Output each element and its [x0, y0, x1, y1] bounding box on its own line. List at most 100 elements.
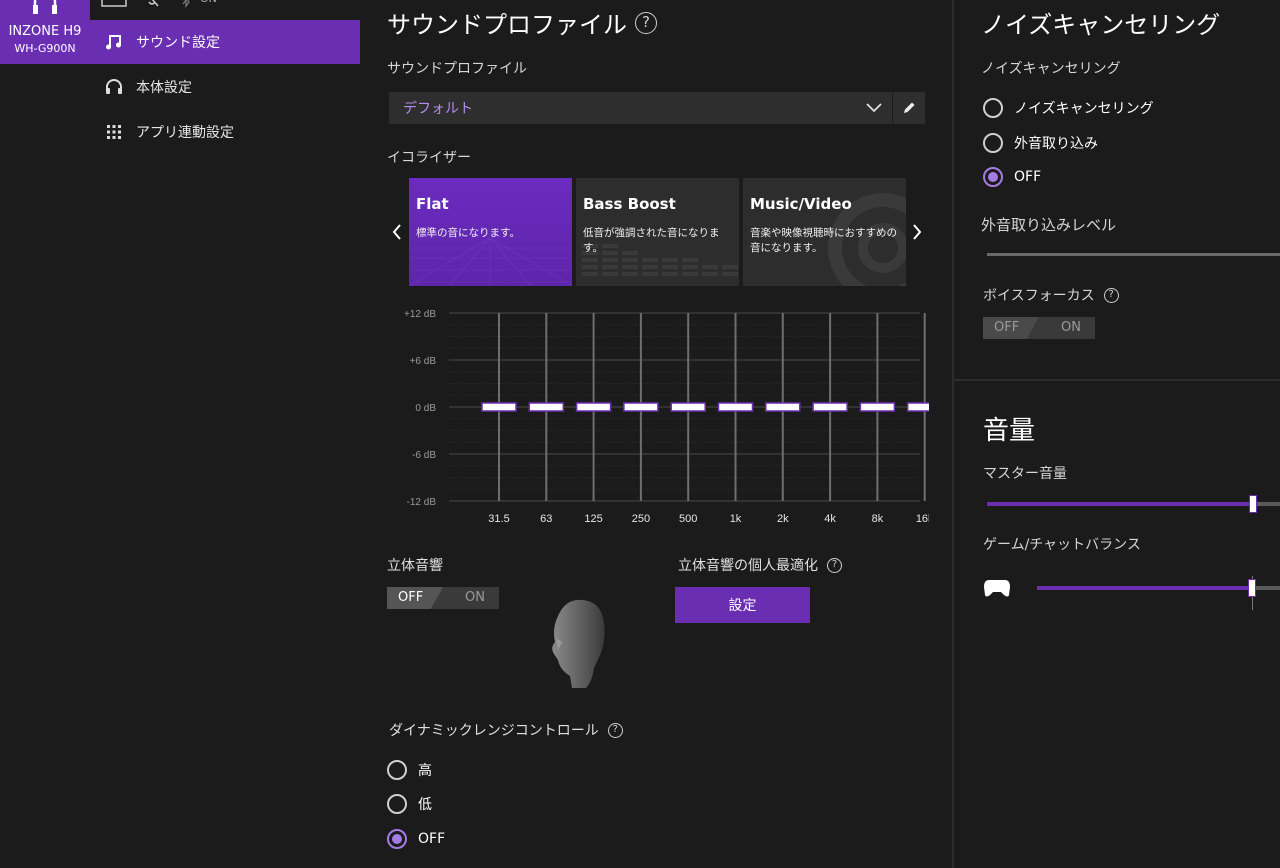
voice-focus-text: ボイスフォーカス [983, 288, 1095, 304]
slider-thumb[interactable] [1248, 579, 1256, 597]
sidebar-item-label: サウンド設定 [136, 35, 220, 51]
y-tick-label: +6 dB [410, 356, 437, 367]
sidebar: INZONE H9 WH-G900N ON サウンド設定 本体設定 [0, 0, 360, 868]
band-handle[interactable] [575, 402, 612, 412]
radio-button[interactable] [387, 794, 407, 814]
sidebar-item-label: アプリ連動設定 [136, 125, 234, 141]
y-tick-label: 0 dB [415, 403, 436, 414]
master-volume-slider[interactable] [987, 495, 1280, 513]
nc-option-off[interactable]: OFF [983, 167, 1041, 187]
spatial-sound-toggle[interactable]: OFF ON [387, 587, 499, 609]
x-tick-label: 2k [777, 513, 789, 525]
drc-label-text: ダイナミックレンジコントロール [389, 723, 599, 739]
sidebar-item-sound[interactable]: サウンド設定 [90, 20, 360, 64]
slider-thumb[interactable] [1249, 495, 1257, 513]
top-status-text: ON [200, 0, 217, 5]
sidebar-item-app-link[interactable]: アプリ連動設定 [90, 110, 360, 154]
drc-option-off[interactable]: OFF [387, 829, 445, 849]
preset-title: Bass Boost [583, 195, 676, 213]
noise-cancel-section-label: ノイズキャンセリング [981, 61, 1121, 77]
preset-title: Music/Video [750, 195, 852, 213]
headphones-icon [104, 77, 124, 97]
band-handle[interactable] [765, 402, 801, 412]
x-tick-label: 8k [872, 513, 884, 525]
preset-description: 標準の音になります。 [416, 227, 520, 239]
ambient-level-label: 外音取り込みレベル [981, 216, 1117, 234]
band-handle[interactable] [859, 402, 896, 412]
gamepad-icon [984, 580, 1010, 597]
help-icon[interactable]: ? [1103, 287, 1119, 303]
voice-focus-label: ボイスフォーカス ? [983, 285, 1119, 305]
mic-mute-icon[interactable] [142, 0, 162, 8]
radio-label: 低 [418, 797, 432, 813]
sound-profile-panel: サウンドプロファイル ? サウンドプロファイル デフォルト イコライザー Fla… [360, 0, 952, 868]
radio-label: 外音取り込み [1014, 136, 1098, 152]
x-tick-label: 63 [540, 513, 552, 525]
band-handle[interactable] [623, 402, 659, 412]
right-panel: ノイズキャンセリング ノイズキャンセリング ノイズキャンセリング 外音取り込み … [952, 0, 1280, 868]
radio-label: ノイズキャンセリング [1014, 101, 1154, 117]
radio-button[interactable] [983, 133, 1003, 153]
chevron-right-icon[interactable] [909, 220, 925, 244]
radio-button[interactable] [387, 760, 407, 780]
preset-card-bass-boost[interactable]: Bass Boost 低音が強調された音になります。 [576, 178, 739, 286]
x-tick-label: 250 [632, 513, 650, 525]
toggle-off-label: OFF [994, 320, 1020, 335]
equalizer-label: イコライザー [387, 150, 471, 166]
band-handle[interactable] [906, 402, 929, 412]
section-divider [954, 379, 1280, 381]
noise-cancel-title: ノイズキャンセリング [981, 11, 1221, 39]
page-title-text: サウンドプロファイル [387, 11, 627, 39]
x-tick-label: 1k [730, 513, 742, 525]
balance-label: ゲーム/チャットバランス [983, 537, 1141, 553]
toggle-on-label: ON [465, 590, 485, 605]
device-model: WH-G900N [14, 42, 76, 55]
equalizer-chart: +12 dB +6 dB 0 dB -6 dB -12 dB 31.5 63 125 250 5… [404, 309, 929, 525]
profile-dropdown[interactable]: デフォルト [389, 92, 925, 124]
band-handle[interactable] [717, 402, 754, 412]
device-tile[interactable]: INZONE H9 WH-G900N [0, 0, 90, 64]
help-icon[interactable]: ? [607, 722, 623, 738]
sidebar-item-device[interactable]: 本体設定 [90, 65, 360, 109]
band-handle[interactable] [528, 402, 565, 412]
help-icon[interactable]: ? [827, 557, 842, 573]
radio-button[interactable] [387, 829, 407, 849]
band-handle[interactable] [812, 402, 848, 412]
x-tick-label: 31.5 [488, 513, 509, 525]
ambient-level-slider[interactable] [987, 253, 1280, 256]
equalizer-bands [481, 313, 929, 501]
chevron-down-icon[interactable] [856, 92, 892, 124]
personal-optimization-text: 立体音響の個人最適化 [678, 558, 818, 574]
radio-button[interactable] [983, 167, 1003, 187]
drc-option-low[interactable]: 低 [387, 794, 432, 814]
preset-description: 音楽や映像視聴時におすすめの音になります。 [750, 227, 897, 254]
drc-option-high[interactable]: 高 [387, 760, 432, 780]
band-handle[interactable] [670, 402, 706, 412]
y-tick-label: -6 dB [412, 450, 436, 461]
preset-card-flat[interactable]: Flat 標準の音になります。 [409, 178, 572, 286]
y-axis-ticks: +12 dB +6 dB 0 dB -6 dB -12 dB [404, 309, 436, 508]
help-icon[interactable]: ? [635, 11, 657, 34]
personal-setting-button[interactable]: 設定 [675, 587, 810, 623]
bluetooth-icon[interactable] [180, 0, 192, 8]
nc-option-noise-cancel[interactable]: ノイズキャンセリング [983, 98, 1154, 118]
radio-button[interactable] [983, 98, 1003, 118]
toggle-on-label: ON [1061, 320, 1081, 335]
slider-fill [987, 502, 1253, 506]
personal-optimization-label: 立体音響の個人最適化 ? [678, 555, 842, 575]
page-title: サウンドプロファイル ? [387, 5, 657, 40]
radio-label: OFF [1014, 169, 1042, 185]
game-chat-balance-slider[interactable] [1037, 579, 1280, 597]
y-tick-label: -12 dB [407, 497, 437, 508]
volume-title: 音量 [983, 416, 1036, 446]
pencil-icon[interactable] [893, 92, 925, 124]
preset-card-music-video[interactable]: Music/Video 音楽や映像視聴時におすすめの音になります。 [743, 178, 906, 286]
keyboard-icon[interactable] [100, 0, 128, 8]
head-model-icon [552, 599, 605, 688]
radio-label: OFF [418, 831, 446, 847]
band-handle[interactable] [481, 402, 517, 412]
nc-option-ambient[interactable]: 外音取り込み [983, 133, 1098, 153]
drc-label: ダイナミックレンジコントロール ? [389, 720, 623, 740]
chevron-left-icon[interactable] [389, 220, 405, 244]
voice-focus-toggle[interactable]: OFF ON [983, 317, 1095, 339]
